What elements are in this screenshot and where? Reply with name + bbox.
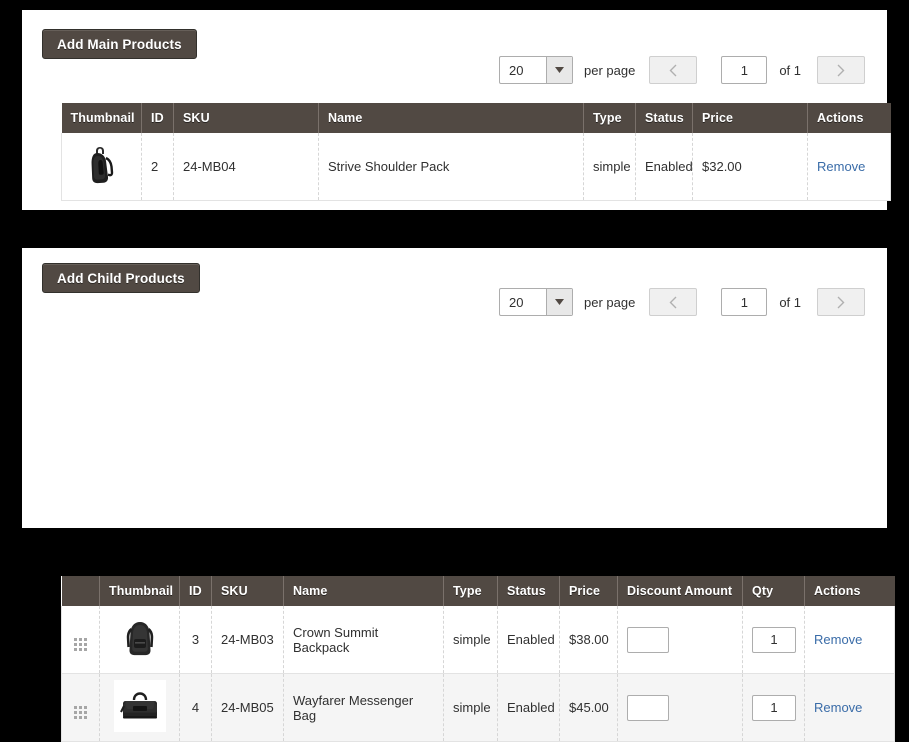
col-id[interactable]: ID — [141, 103, 174, 133]
col-type[interactable]: Type — [583, 103, 636, 133]
main-page-number-input[interactable]: 1 — [721, 56, 768, 84]
qty-input[interactable]: 1 — [752, 694, 796, 721]
col-type[interactable]: Type — [443, 576, 498, 606]
cell-qty: 1 — [742, 606, 805, 674]
table-row: 2 24-MB04 Strive Shoulder Pack simple En… — [61, 133, 891, 201]
cell-actions: Remove — [804, 673, 895, 742]
main-total-pages-label: of 1 — [779, 62, 801, 78]
col-drag — [61, 576, 100, 606]
remove-link[interactable]: Remove — [817, 159, 865, 174]
cell-type: simple — [443, 606, 498, 674]
main-next-page-button[interactable] — [817, 56, 865, 84]
table-row: 3 24-MB03 Crown Summit Backpack simple E… — [61, 606, 895, 674]
col-name[interactable]: Name — [318, 103, 584, 133]
main-grid-header-row: Thumbnail ID SKU Name Type Status Price … — [61, 103, 891, 133]
cell-id: 2 — [141, 133, 174, 201]
cell-actions: Remove — [807, 133, 891, 201]
col-qty[interactable]: Qty — [742, 576, 805, 606]
remove-link[interactable]: Remove — [814, 632, 862, 647]
main-pager: 20 per page 1 of 1 — [498, 55, 865, 85]
add-main-products-button[interactable]: Add Main Products — [42, 29, 197, 59]
add-child-products-button[interactable]: Add Child Products — [42, 263, 200, 293]
cell-drag[interactable] — [61, 606, 100, 674]
cell-discount-amount — [617, 606, 743, 674]
drag-handle-icon[interactable] — [74, 637, 87, 651]
col-price[interactable]: Price — [692, 103, 808, 133]
child-total-pages-label: of 1 — [779, 294, 801, 310]
col-status[interactable]: Status — [635, 103, 693, 133]
cell-status: Enabled — [497, 673, 560, 742]
qty-input[interactable]: 1 — [752, 626, 796, 653]
cell-qty: 1 — [742, 673, 805, 742]
page-root: Add Main Products 20 per page 1 of 1 Thu… — [0, 0, 909, 742]
child-pager: 20 per page 1 of 1 — [498, 287, 865, 317]
cell-status: Enabled — [497, 606, 560, 674]
col-discount-amount[interactable]: Discount Amount — [617, 576, 743, 606]
child-per-page-value: 20 — [508, 294, 524, 310]
table-row: 4 24-MB05 Wayfarer Messenger Bag simple … — [61, 673, 895, 742]
col-sku[interactable]: SKU — [211, 576, 284, 606]
main-per-page-value: 20 — [508, 62, 524, 78]
col-thumbnail[interactable]: Thumbnail — [99, 576, 180, 606]
child-products-panel: Add Child Products 20 per page 1 of 1 Th… — [22, 248, 895, 742]
cell-type: simple — [583, 133, 636, 201]
discount-amount-input[interactable] — [627, 626, 669, 653]
child-next-page-button[interactable] — [817, 288, 865, 316]
main-products-grid: Thumbnail ID SKU Name Type Status Price … — [61, 103, 891, 201]
cell-actions: Remove — [804, 606, 895, 674]
child-per-page-select[interactable]: 20 — [498, 288, 573, 316]
wayfarer-messenger-bag-thumbnail — [113, 680, 166, 732]
main-products-panel: Add Main Products 20 per page 1 of 1 Thu… — [22, 10, 891, 210]
drag-handle-icon[interactable] — [74, 705, 87, 719]
cell-thumbnail — [61, 133, 142, 201]
cell-thumbnail — [99, 606, 180, 674]
cell-drag[interactable] — [61, 673, 100, 742]
child-prev-page-button[interactable] — [649, 288, 698, 316]
child-grid-header-row: Thumbnail ID SKU Name Type Status Price … — [61, 576, 895, 606]
col-thumbnail[interactable]: Thumbnail — [61, 103, 142, 133]
col-status[interactable]: Status — [497, 576, 560, 606]
col-sku[interactable]: SKU — [173, 103, 319, 133]
col-actions: Actions — [804, 576, 895, 606]
col-id[interactable]: ID — [179, 576, 212, 606]
child-page-number-input[interactable]: 1 — [721, 288, 768, 316]
col-actions: Actions — [807, 103, 891, 133]
cell-sku: 24-MB03 — [211, 606, 284, 674]
cell-name: Wayfarer Messenger Bag — [283, 673, 444, 742]
strive-shoulder-pack-thumbnail — [75, 139, 128, 191]
discount-amount-input[interactable] — [627, 694, 669, 721]
cell-price: $45.00 — [559, 673, 618, 742]
cell-id: 4 — [179, 673, 212, 742]
child-per-page-label: per page — [583, 294, 636, 310]
cell-price: $32.00 — [692, 133, 808, 201]
cell-thumbnail — [99, 673, 180, 742]
cell-status: Enabled — [635, 133, 693, 201]
cell-sku: 24-MB05 — [211, 673, 284, 742]
chevron-down-icon[interactable] — [545, 57, 572, 83]
cell-name: Strive Shoulder Pack — [318, 133, 584, 201]
cell-price: $38.00 — [559, 606, 618, 674]
main-per-page-select[interactable]: 20 — [498, 56, 573, 84]
child-products-grid: Thumbnail ID SKU Name Type Status Price … — [61, 576, 895, 742]
remove-link[interactable]: Remove — [814, 700, 862, 715]
cell-discount-amount — [617, 673, 743, 742]
cell-type: simple — [443, 673, 498, 742]
col-name[interactable]: Name — [283, 576, 444, 606]
cell-name: Crown Summit Backpack — [283, 606, 444, 674]
main-per-page-label: per page — [583, 62, 636, 78]
chevron-down-icon[interactable] — [545, 289, 572, 315]
main-prev-page-button[interactable] — [649, 56, 698, 84]
col-price[interactable]: Price — [559, 576, 618, 606]
crown-summit-backpack-thumbnail — [113, 612, 166, 664]
cell-sku: 24-MB04 — [173, 133, 319, 201]
cell-id: 3 — [179, 606, 212, 674]
